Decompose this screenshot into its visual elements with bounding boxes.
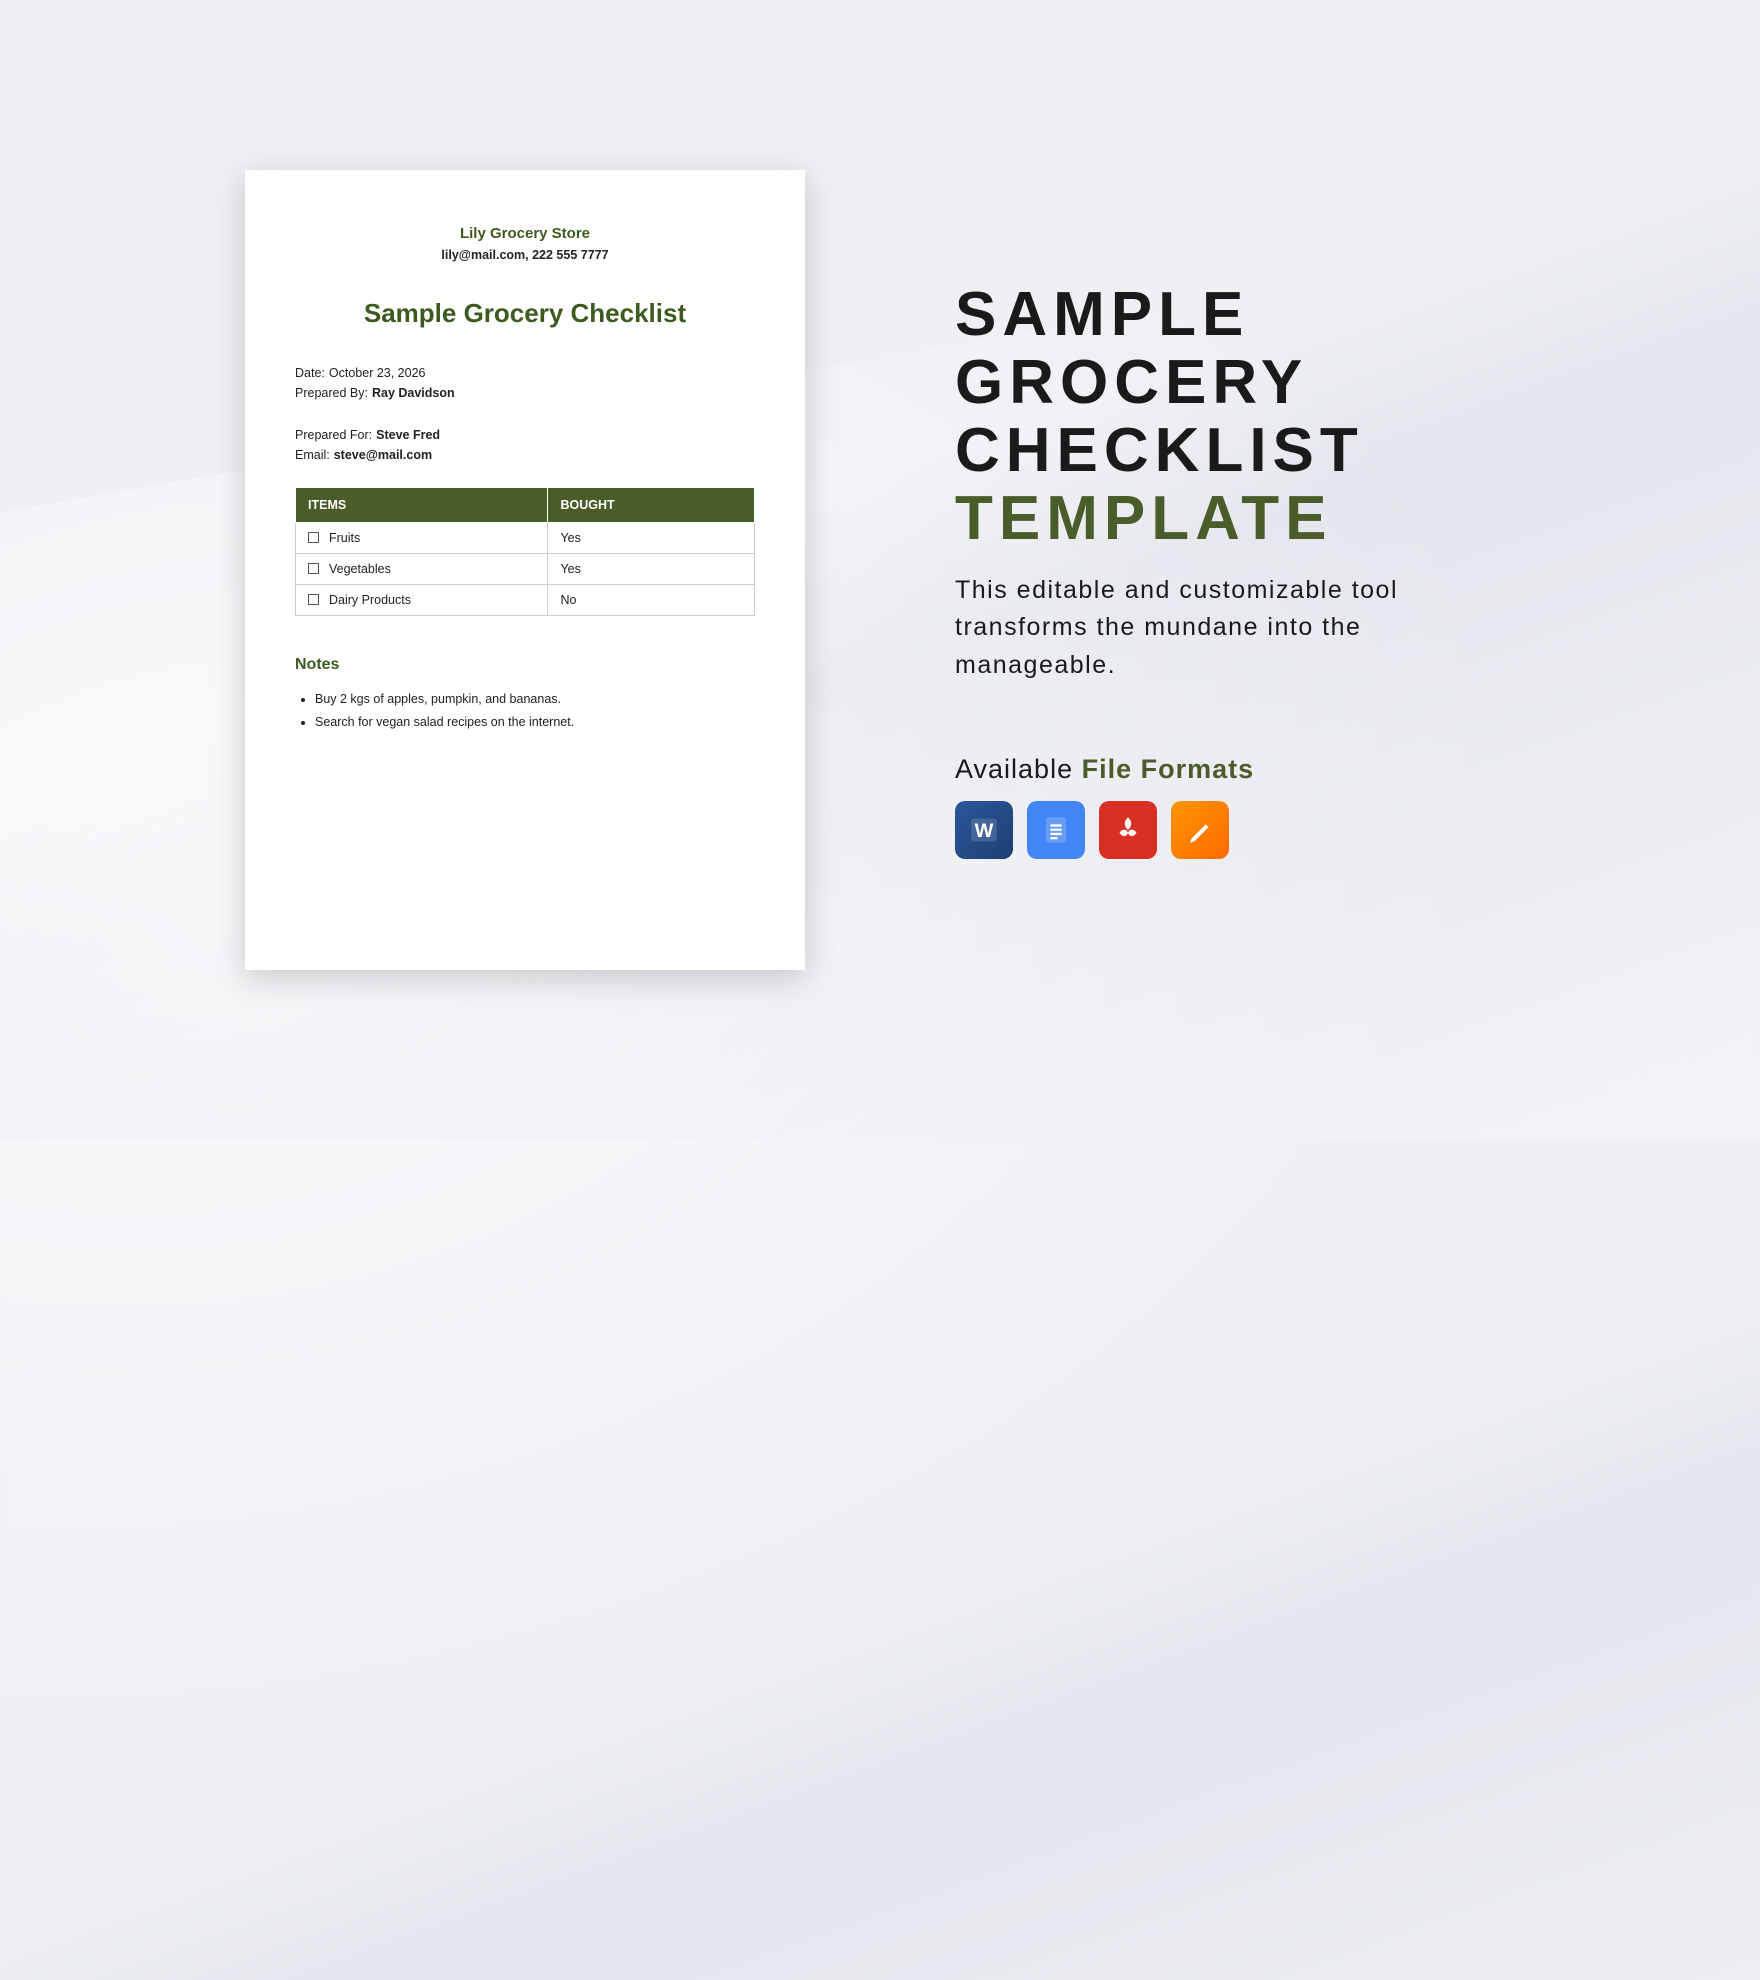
email-value: steve@mail.com [334,445,432,465]
headline-line-4: TEMPLATE [955,485,1515,553]
checkbox-icon [308,563,319,574]
google-docs-icon[interactable] [1027,801,1085,859]
store-contact: lily@mail.com, 222 555 7777 [295,248,755,262]
document-preview: Lily Grocery Store lily@mail.com, 222 55… [245,170,805,970]
table-row: Fruits Yes [296,523,755,554]
notes-list: Buy 2 kgs of apples, pumpkin, and banana… [295,688,755,733]
col-items-header: ITEMS [296,488,548,523]
checkbox-icon [308,532,319,543]
prepared-by-value: Ray Davidson [372,383,455,403]
meta-block-2: Prepared For: Steve Fred Email: steve@ma… [295,425,755,465]
pages-icon[interactable] [1171,801,1229,859]
items-table: ITEMS BOUGHT Fruits Yes Vegetables Yes D… [295,487,755,616]
meta-block-1: Date: October 23, 2026 Prepared By: Ray … [295,363,755,403]
headline-line-3: CHECKLIST [955,417,1515,485]
main-container: Lily Grocery Store lily@mail.com, 222 55… [245,170,1515,970]
date-value: October 23, 2026 [329,363,426,383]
notes-heading: Notes [295,656,755,674]
promo-subtext: This editable and customizable tool tran… [955,572,1515,685]
format-icons-row: W [955,801,1515,859]
document-title: Sample Grocery Checklist [295,298,755,329]
table-row: Dairy Products No [296,585,755,616]
col-bought-header: BOUGHT [548,488,755,523]
formats-label-pre: Available [955,754,1082,784]
formats-label: Available File Formats [955,754,1515,785]
item-bought: Yes [548,554,755,585]
svg-text:W: W [975,820,994,842]
prepared-for-label: Prepared For: [295,425,372,445]
item-bought: No [548,585,755,616]
headline: SAMPLE GROCERY CHECKLIST TEMPLATE [955,281,1515,554]
item-name: Vegetables [329,562,391,576]
headline-line-2: GROCERY [955,349,1515,417]
table-row: Vegetables Yes [296,554,755,585]
note-item: Buy 2 kgs of apples, pumpkin, and banana… [315,688,755,711]
pdf-icon[interactable] [1099,801,1157,859]
info-panel: SAMPLE GROCERY CHECKLIST TEMPLATE This e… [955,281,1515,859]
item-name: Fruits [329,531,360,545]
formats-label-bold: File Formats [1082,754,1255,784]
item-name: Dairy Products [329,593,411,607]
note-item: Search for vegan salad recipes on the in… [315,711,755,734]
store-name: Lily Grocery Store [295,225,755,242]
prepared-for-value: Steve Fred [376,425,440,445]
date-label: Date: [295,363,325,383]
headline-line-1: SAMPLE [955,281,1515,349]
item-bought: Yes [548,523,755,554]
email-label: Email: [295,445,330,465]
checkbox-icon [308,594,319,605]
prepared-by-label: Prepared By: [295,383,368,403]
word-icon[interactable]: W [955,801,1013,859]
